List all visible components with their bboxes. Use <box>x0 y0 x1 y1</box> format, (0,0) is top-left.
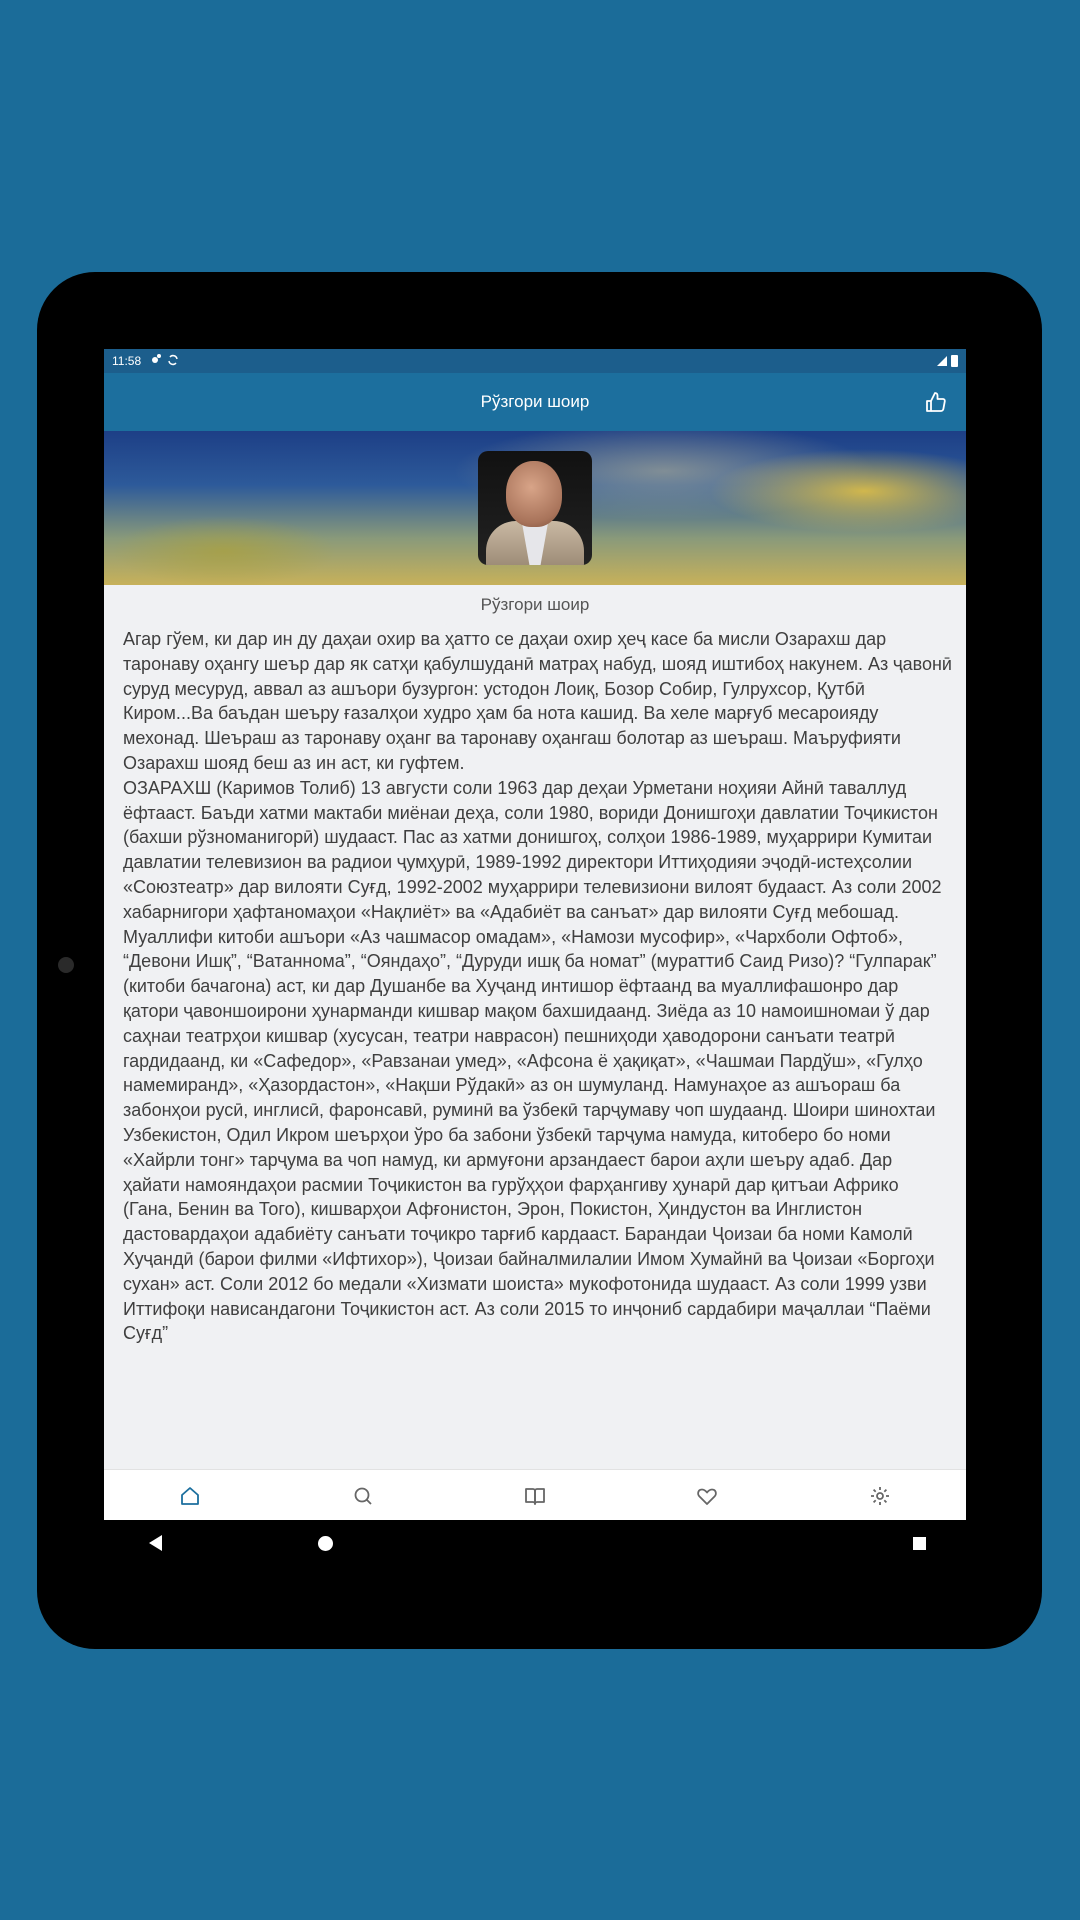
sync-icon <box>167 354 179 369</box>
gear-icon <box>870 1486 889 1505</box>
bottom-navigation <box>104 1469 966 1520</box>
home-icon <box>181 1486 200 1505</box>
app-screen: 11:58 Рўзгори шоир Рўзгори шоир Агар гўе… <box>104 349 966 1520</box>
app-bar: Рўзгори шоир <box>104 373 966 431</box>
notification-icon <box>149 353 162 369</box>
home-circle-icon[interactable] <box>318 1536 333 1551</box>
heart-icon <box>697 1488 718 1505</box>
poet-avatar <box>478 451 592 565</box>
signal-icon <box>937 356 947 366</box>
header-banner <box>104 431 966 585</box>
nav-favorites-button[interactable] <box>683 1476 731 1516</box>
nav-search-button[interactable] <box>339 1476 387 1516</box>
status-time: 11:58 <box>112 354 142 368</box>
tablet-frame: 11:58 Рўзгори шоир Рўзгори шоир Агар гўе… <box>37 272 1042 1649</box>
page-title: Рўзгори шоир <box>480 392 590 411</box>
recent-apps-icon[interactable] <box>913 1537 926 1550</box>
nav-settings-button[interactable] <box>856 1476 904 1516</box>
camera-icon <box>58 957 74 973</box>
status-bar: 11:58 <box>104 349 966 373</box>
thumbs-up-icon[interactable] <box>924 390 948 414</box>
back-icon[interactable] <box>149 1535 162 1551</box>
battery-icon <box>951 355 958 367</box>
book-icon <box>525 1487 545 1505</box>
nav-home-button[interactable] <box>166 1476 214 1516</box>
nav-books-button[interactable] <box>511 1476 559 1516</box>
search-icon <box>354 1487 372 1505</box>
poet-caption: Рўзгори шоир <box>480 595 590 614</box>
biography-text: Агар гўем, ки дар ин ду даҳаи охир ва ҳа… <box>123 629 952 1344</box>
system-navigation-bar <box>104 1520 966 1570</box>
